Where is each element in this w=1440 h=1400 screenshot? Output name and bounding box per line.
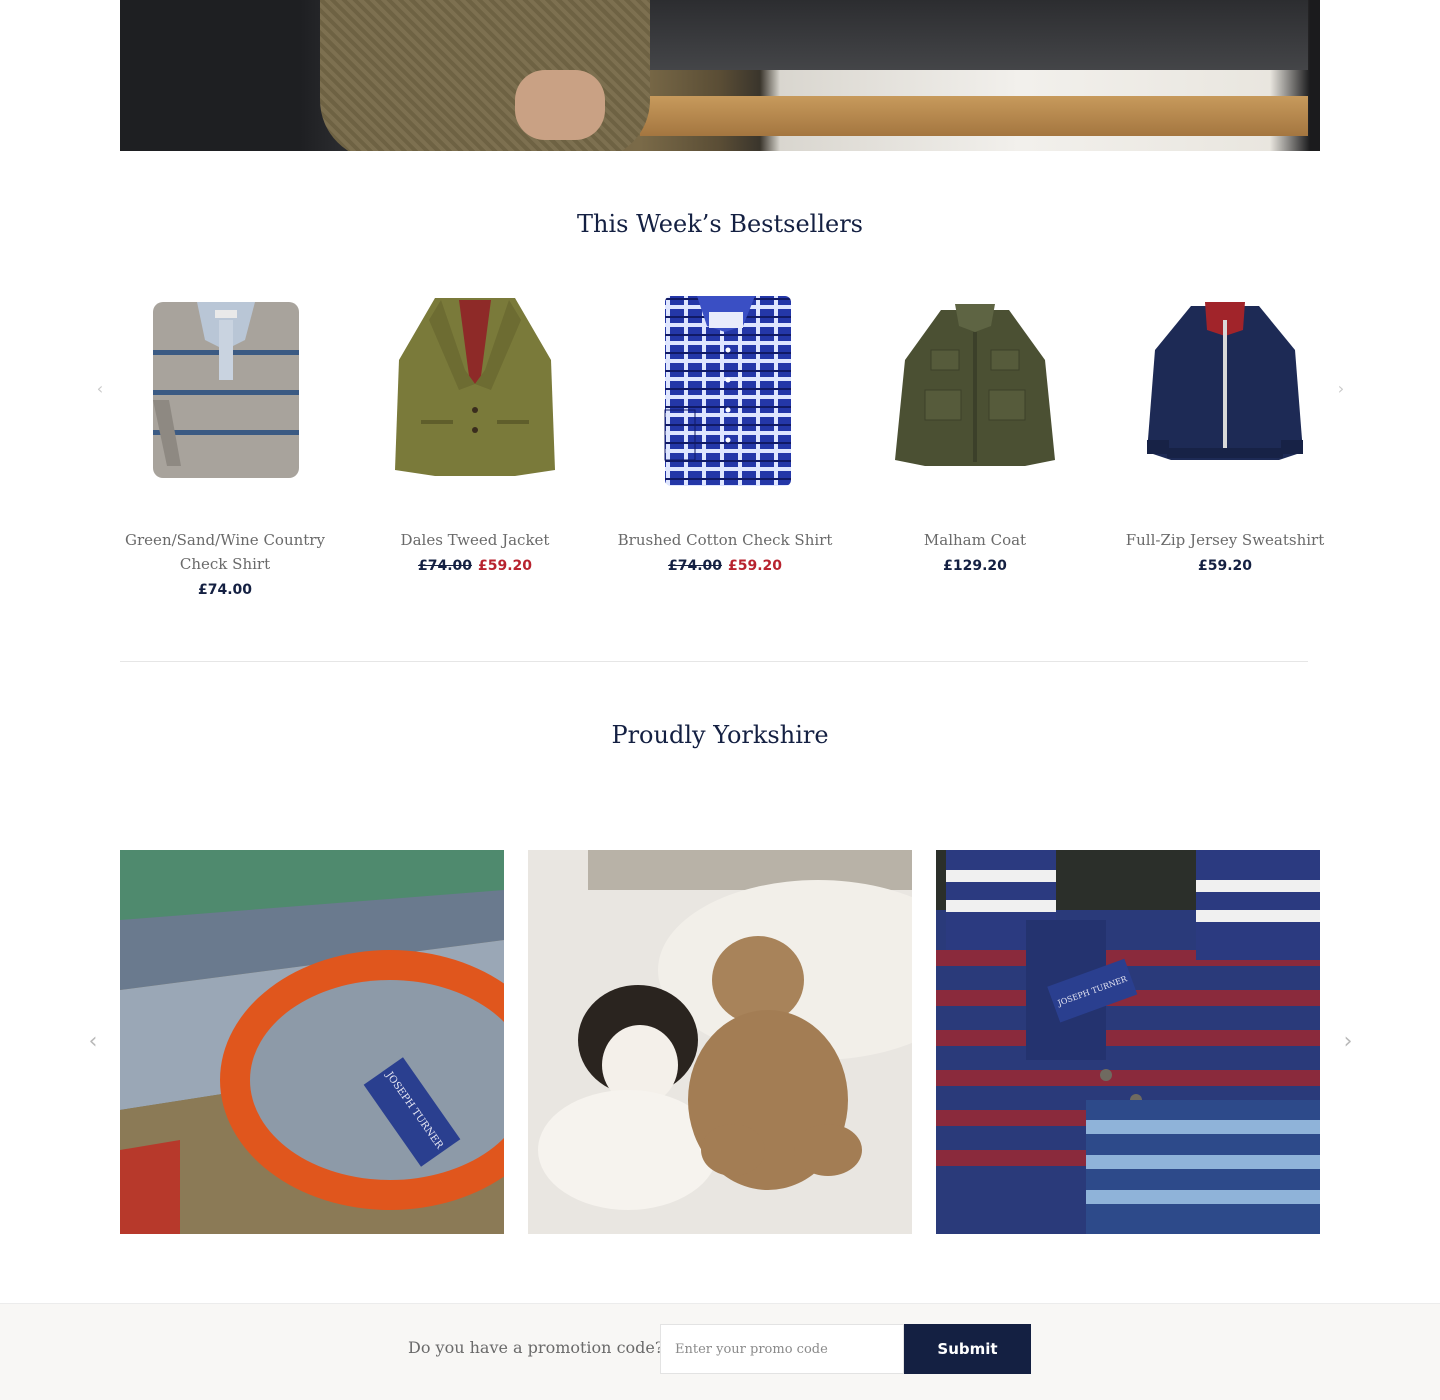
product-sale-price: £59.20 bbox=[728, 558, 783, 574]
product-old-price: £74.00 bbox=[667, 558, 722, 574]
yorkshire-gallery: JOSEPH TURNER JOSEPH TURNER bbox=[120, 850, 1320, 1234]
hero-wall-panel bbox=[618, 0, 1308, 70]
product-image[interactable] bbox=[605, 280, 845, 500]
product-regular-price: £129.20 bbox=[943, 558, 1007, 574]
product-price: £74.00 £59.20 bbox=[355, 554, 595, 578]
product-sale-price: £59.20 bbox=[478, 558, 533, 574]
check-shirt-icon bbox=[664, 296, 791, 486]
product-name[interactable]: Dales Tweed Jacket bbox=[355, 528, 595, 552]
product-image[interactable] bbox=[1105, 280, 1345, 500]
hero-tweed-jacket bbox=[320, 0, 650, 151]
striped-cardigan-photo: JOSEPH TURNER bbox=[936, 850, 1320, 1234]
product-price: £74.00 £59.20 bbox=[605, 554, 845, 578]
section-divider bbox=[120, 661, 1308, 662]
product-price: £59.20 bbox=[1105, 554, 1345, 578]
rugby-shirt-icon bbox=[153, 302, 299, 478]
product-regular-price: £59.20 bbox=[1197, 558, 1253, 574]
product-card[interactable]: Malham Coat £129.20 bbox=[855, 280, 1095, 578]
hero-banner-image bbox=[120, 0, 1320, 151]
product-image[interactable] bbox=[105, 280, 345, 500]
knitwear-photo: JOSEPH TURNER bbox=[120, 850, 504, 1234]
product-card[interactable]: Green/Sand/Wine Country Check Shirt £74.… bbox=[105, 280, 345, 602]
hero-wooden-shelf bbox=[640, 96, 1308, 136]
bestsellers-title: This Week’s Bestsellers bbox=[577, 210, 863, 238]
product-card[interactable]: Full-Zip Jersey Sweatshirt £59.20 bbox=[1105, 280, 1345, 578]
sweatshirt-icon bbox=[1147, 302, 1303, 460]
product-image[interactable] bbox=[855, 280, 1095, 500]
product-regular-price: £74.00 bbox=[197, 582, 253, 598]
product-card[interactable]: Brushed Cotton Check Shirt £74.00 £59.20 bbox=[605, 280, 845, 578]
product-name[interactable]: Full-Zip Jersey Sweatshirt bbox=[1105, 528, 1345, 552]
product-image[interactable] bbox=[355, 280, 595, 500]
yorkshire-title: Proudly Yorkshire bbox=[611, 721, 829, 749]
tweed-jacket-icon bbox=[395, 298, 555, 476]
product-card[interactable]: Dales Tweed Jacket £74.00 £59.20 bbox=[355, 280, 595, 578]
gallery-prev-arrow[interactable]: ‹ bbox=[83, 1029, 103, 1054]
promo-code-input[interactable] bbox=[660, 1324, 904, 1374]
chevron-left-icon: ‹ bbox=[88, 1029, 98, 1054]
gallery-image[interactable]: JOSEPH TURNER bbox=[120, 850, 504, 1234]
promo-label: Do you have a promotion code? bbox=[408, 1338, 664, 1357]
product-name[interactable]: Brushed Cotton Check Shirt bbox=[605, 528, 845, 552]
coat-icon bbox=[895, 304, 1055, 466]
product-old-price: £74.00 bbox=[417, 558, 472, 574]
promo-section: Do you have a promotion code? Submit bbox=[0, 1303, 1440, 1400]
gallery-next-arrow[interactable]: › bbox=[1338, 1029, 1358, 1054]
hero-hand bbox=[515, 70, 605, 140]
product-price: £74.00 bbox=[105, 578, 345, 602]
chevron-left-icon: ‹ bbox=[96, 379, 104, 398]
gallery-image[interactable]: JOSEPH TURNER bbox=[936, 850, 1320, 1234]
product-name[interactable]: Malham Coat bbox=[855, 528, 1095, 552]
gallery-image[interactable] bbox=[528, 850, 912, 1234]
bestsellers-carousel: Green/Sand/Wine Country Check Shirt £74.… bbox=[105, 280, 1345, 620]
chevron-right-icon: › bbox=[1343, 1029, 1353, 1054]
product-price: £129.20 bbox=[855, 554, 1095, 578]
product-name[interactable]: Green/Sand/Wine Country Check Shirt bbox=[105, 528, 345, 576]
promo-submit-button[interactable]: Submit bbox=[904, 1324, 1031, 1374]
dog-teddy-photo bbox=[528, 850, 912, 1234]
